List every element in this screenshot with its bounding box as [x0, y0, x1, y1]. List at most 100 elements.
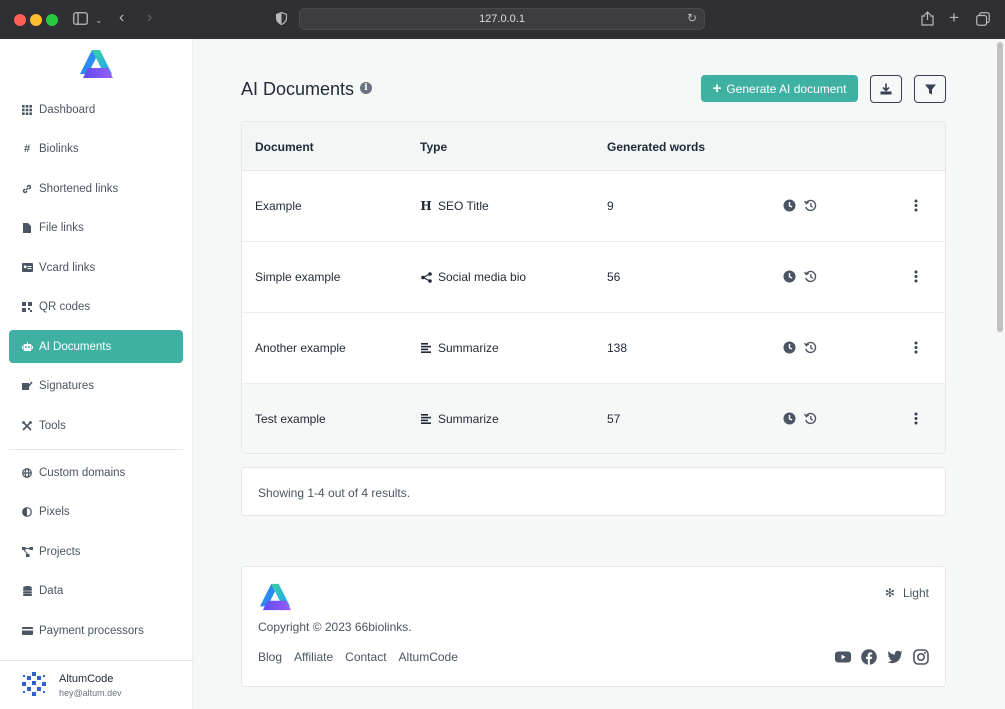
sidebar-item-file-links[interactable]: File links: [9, 211, 183, 244]
facebook-icon[interactable]: [861, 649, 877, 665]
footer-link-contact[interactable]: Contact: [345, 650, 386, 664]
footer-link-altumcode[interactable]: AltumCode: [399, 650, 458, 664]
generate-ai-document-button[interactable]: + Generate AI document: [701, 75, 858, 102]
sidebar-item-label: Vcard links: [39, 261, 96, 274]
document-name-link[interactable]: Test example: [255, 412, 326, 426]
share-icon[interactable]: [921, 11, 934, 28]
sidebar-item-payment-processors[interactable]: Payment processors: [9, 614, 183, 647]
app-logo[interactable]: [78, 48, 114, 80]
more-options-icon[interactable]: [914, 199, 918, 212]
sidebar-item-label: Custom domains: [39, 466, 126, 479]
history-icon[interactable]: [804, 270, 817, 283]
close-window-button[interactable]: [14, 14, 26, 26]
table-row: Test example Summarize 57: [242, 384, 945, 453]
download-icon: [880, 83, 892, 95]
footer: ✻ Light Copyright © 2023 66biolinks. Blo…: [241, 566, 946, 687]
more-options-icon[interactable]: [914, 341, 918, 354]
database-icon: [21, 585, 33, 596]
back-icon[interactable]: ‹: [119, 10, 124, 26]
sidebar-item-dashboard[interactable]: Dashboard: [9, 93, 183, 126]
reload-icon[interactable]: ↻: [687, 11, 697, 25]
page-scrollbar[interactable]: [995, 39, 1005, 709]
more-options-icon[interactable]: [914, 270, 918, 283]
twitter-icon[interactable]: [887, 649, 903, 665]
generated-words: 57: [607, 412, 621, 426]
document-type: SEO Title: [438, 199, 489, 213]
sidebar-item-shortened-links[interactable]: Shortened links: [9, 172, 183, 205]
sidebar-item-biolinks[interactable]: # Biolinks: [9, 132, 183, 165]
footer-link-blog[interactable]: Blog: [258, 650, 282, 664]
globe-icon: [21, 467, 33, 478]
document-name-link[interactable]: Example: [255, 199, 302, 213]
more-options-icon[interactable]: [914, 412, 918, 425]
forward-icon[interactable]: ›: [147, 10, 152, 26]
table-row: Another example Summarize 138: [242, 313, 945, 384]
sidebar-item-projects[interactable]: Projects: [9, 535, 183, 568]
footer-links: Blog Affiliate Contact AltumCode: [258, 650, 458, 664]
filter-button[interactable]: [914, 75, 946, 103]
avatar[interactable]: [21, 671, 47, 697]
sidebar-item-label: Dashboard: [39, 103, 96, 116]
credit-card-icon: [21, 626, 33, 635]
sidebar-divider: [0, 660, 193, 661]
generated-words: 9: [607, 199, 614, 213]
document-type: Summarize: [438, 412, 499, 426]
footer-link-affiliate[interactable]: Affiliate: [294, 650, 333, 664]
new-tab-icon[interactable]: +: [949, 9, 959, 26]
id-card-icon: [21, 263, 33, 272]
adjust-icon: [21, 506, 33, 517]
sidebar-item-label: Projects: [39, 545, 81, 558]
sidebar-item-qr-codes[interactable]: QR codes: [9, 290, 183, 323]
column-header-generated-words: Generated words: [607, 140, 706, 154]
signature-icon: [21, 381, 33, 391]
sidebar-item-label: Tools: [39, 419, 66, 432]
filter-icon: [924, 84, 936, 94]
clock-icon[interactable]: [783, 270, 796, 283]
sidebar-toggle-icon[interactable]: [73, 12, 88, 27]
history-icon[interactable]: [804, 199, 817, 212]
hashtag-icon: #: [23, 142, 31, 155]
privacy-shield-icon[interactable]: [275, 11, 288, 27]
scrollbar-thumb[interactable]: [997, 42, 1003, 332]
sidebar-item-vcard-links[interactable]: Vcard links: [9, 251, 183, 284]
instagram-icon[interactable]: [913, 649, 929, 665]
address-bar[interactable]: 127.0.0.1 ↻: [299, 8, 705, 30]
tools-icon: [21, 420, 33, 431]
plus-icon: +: [712, 80, 722, 97]
sidebar-item-pixels[interactable]: Pixels: [9, 495, 183, 528]
table-row: Simple example Social media bio 56: [242, 242, 945, 313]
user-name: AltumCode: [59, 673, 114, 685]
pagination: Showing 1-4 out of 4 results.: [241, 467, 946, 516]
tab-overview-icon[interactable]: [976, 12, 990, 28]
maximize-window-button[interactable]: [46, 14, 58, 26]
sidebar-item-label: AI Documents: [39, 340, 112, 353]
sidebar-item-data[interactable]: Data: [9, 574, 183, 607]
youtube-icon[interactable]: [835, 649, 851, 665]
document-name-link[interactable]: Another example: [255, 341, 346, 355]
sidebar-item-custom-domains[interactable]: Custom domains: [9, 456, 183, 489]
info-icon[interactable]: i: [360, 82, 372, 94]
sidebar-item-label: Data: [39, 584, 64, 597]
download-button[interactable]: [870, 75, 902, 103]
theme-toggle[interactable]: ✻ Light: [885, 586, 929, 600]
clock-icon[interactable]: [783, 412, 796, 425]
align-left-icon: [420, 342, 432, 354]
sidebar-item-label: QR codes: [39, 300, 91, 313]
history-icon[interactable]: [804, 412, 817, 425]
history-icon[interactable]: [804, 341, 817, 354]
document-name-link[interactable]: Simple example: [255, 270, 340, 284]
clock-icon[interactable]: [783, 341, 796, 354]
theme-label: Light: [902, 586, 929, 600]
sidebar-item-label: Biolinks: [39, 142, 79, 155]
user-email: hey@altum.dev: [59, 688, 122, 698]
minimize-window-button[interactable]: [30, 14, 42, 26]
sidebar-item-tools[interactable]: Tools: [9, 409, 183, 442]
clock-icon[interactable]: [783, 199, 796, 212]
generate-ai-document-label: Generate AI document: [726, 81, 847, 96]
sidebar-item-signatures[interactable]: Signatures: [9, 369, 183, 402]
file-icon: [21, 222, 33, 233]
footer-logo[interactable]: [258, 582, 292, 612]
sidebar-item-label: Signatures: [39, 379, 94, 392]
chevron-down-icon[interactable]: ⌄: [95, 13, 103, 27]
sidebar-item-ai-documents[interactable]: AI Documents: [9, 330, 183, 363]
